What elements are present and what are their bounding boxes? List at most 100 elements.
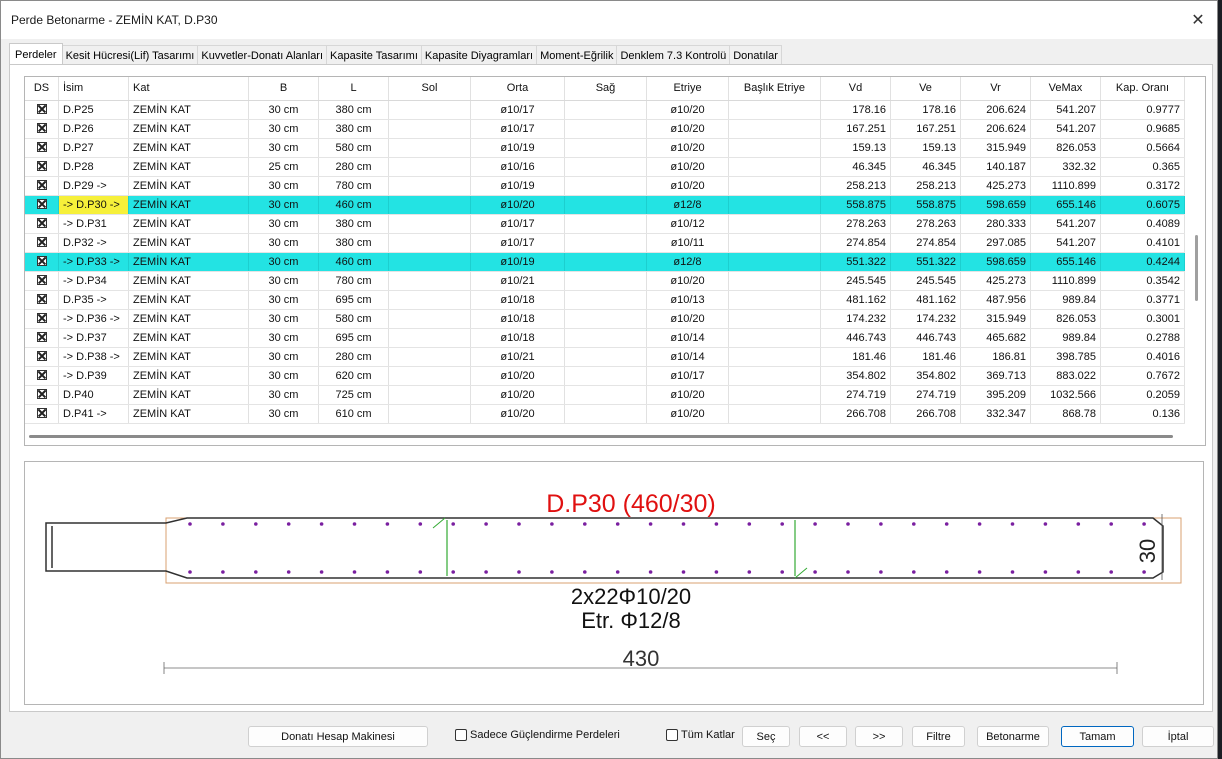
- table-row[interactable]: D.P32 -> ZEMİN KAT 30 cm 380 cm ø10/17 ø10/11…: [25, 234, 1185, 253]
- table-row[interactable]: D.P27 ZEMİN KAT 30 cm 580 cm ø10/19 ø10/20 159…: [25, 139, 1185, 158]
- table-row[interactable]: D.P40 ZEMİN KAT 30 cm 725 cm ø10/20 ø10/20 274…: [25, 386, 1185, 405]
- cell-ds[interactable]: [25, 367, 59, 385]
- cell-ds[interactable]: [25, 234, 59, 252]
- table-row[interactable]: -> D.P31 ZEMİN KAT 30 cm 380 cm ø10/17 ø10/12…: [25, 215, 1185, 234]
- vertical-scrollbar[interactable]: [1189, 77, 1205, 427]
- table-row[interactable]: D.P41 -> ZEMİN KAT 30 cm 610 cm ø10/20 ø10/20…: [25, 405, 1185, 424]
- ds-checkbox[interactable]: [36, 123, 47, 134]
- cell-ds[interactable]: [25, 348, 59, 366]
- cell-ds[interactable]: [25, 196, 59, 214]
- cell-ds[interactable]: [25, 329, 59, 347]
- ds-checkbox[interactable]: [36, 218, 47, 229]
- col-baslik-etriye[interactable]: Başlık Etriye: [729, 77, 821, 100]
- ds-checkbox[interactable]: [36, 313, 47, 324]
- table-row[interactable]: -> D.P39 ZEMİN KAT 30 cm 620 cm ø10/20 ø10/17…: [25, 367, 1185, 386]
- tab-moment-egrilik[interactable]: Moment-Eğrilik: [537, 45, 618, 65]
- col-sag[interactable]: Sağ: [565, 77, 647, 100]
- ds-checkbox[interactable]: [36, 294, 47, 305]
- cell-ds[interactable]: [25, 120, 59, 138]
- tab-kuvvetler[interactable]: Kuvvetler-Donatı Alanları: [198, 45, 328, 65]
- col-orta[interactable]: Orta: [471, 77, 565, 100]
- select-button[interactable]: Seç: [742, 726, 790, 747]
- cell-vd: 446.743: [821, 329, 891, 347]
- tab-kapasite-tasarimi[interactable]: Kapasite Tasarımı: [327, 45, 422, 65]
- ds-checkbox[interactable]: [36, 161, 47, 172]
- cell-ds[interactable]: [25, 158, 59, 176]
- ds-checkbox[interactable]: [36, 104, 47, 115]
- cell-ds[interactable]: [25, 253, 59, 271]
- cell-ds[interactable]: [25, 272, 59, 290]
- ds-checkbox[interactable]: [36, 275, 47, 286]
- tab-kapasite-diyagramlari[interactable]: Kapasite Diyagramları: [421, 45, 538, 65]
- horizontal-scroll-thumb[interactable]: [29, 435, 1173, 438]
- table-row[interactable]: -> D.P33 -> ZEMİN KAT 30 cm 460 cm ø10/19 ø12…: [25, 253, 1185, 272]
- ds-checkbox[interactable]: [36, 199, 47, 210]
- only-strengthen-checkbox[interactable]: Sadece Güçlendirme Perdeleri: [455, 729, 620, 741]
- col-vemax[interactable]: VeMax: [1031, 77, 1101, 100]
- table-row[interactable]: -> D.P30 -> ZEMİN KAT 30 cm 460 cm ø10/20 ø12…: [25, 196, 1185, 215]
- col-vr[interactable]: Vr: [961, 77, 1031, 100]
- cell-ds[interactable]: [25, 310, 59, 328]
- cell-ds[interactable]: [25, 215, 59, 233]
- tab-kesit-hucresi[interactable]: Kesit Hücresi(Lif) Tasarımı: [62, 45, 199, 65]
- cell-b: 30 cm: [249, 139, 319, 157]
- filter-button[interactable]: Filtre: [912, 726, 965, 747]
- ds-checkbox[interactable]: [36, 237, 47, 248]
- tab-donatilar[interactable]: Donatılar: [730, 45, 782, 65]
- cell-ds[interactable]: [25, 139, 59, 157]
- cell-orta: ø10/19: [471, 177, 565, 195]
- next-button[interactable]: >>: [855, 726, 903, 747]
- col-etriye[interactable]: Etriye: [647, 77, 729, 100]
- col-kat[interactable]: Kat: [129, 77, 249, 100]
- col-sol[interactable]: Sol: [389, 77, 471, 100]
- table-row[interactable]: D.P26 ZEMİN KAT 30 cm 380 cm ø10/17 ø10/20 167…: [25, 120, 1185, 139]
- tab-denklem[interactable]: Denklem 7.3 Kontrolü: [617, 45, 731, 65]
- cell-vemax: 826.053: [1031, 310, 1101, 328]
- cell-b: 30 cm: [249, 215, 319, 233]
- table-row[interactable]: -> D.P36 -> ZEMİN KAT 30 cm 580 cm ø10/18 ø10…: [25, 310, 1185, 329]
- rebar-dot: [418, 570, 423, 574]
- vertical-scroll-thumb[interactable]: [1195, 235, 1198, 301]
- ds-checkbox[interactable]: [36, 389, 47, 400]
- table-row[interactable]: D.P25 ZEMİN KAT 30 cm 380 cm ø10/17 ø10/20 178…: [25, 101, 1185, 120]
- cell-ds[interactable]: [25, 405, 59, 423]
- only-strengthen-checkbox-box[interactable]: [455, 729, 467, 741]
- cell-ds[interactable]: [25, 291, 59, 309]
- ds-checkbox[interactable]: [36, 256, 47, 267]
- previous-button[interactable]: <<: [799, 726, 847, 747]
- col-b[interactable]: B: [249, 77, 319, 100]
- cell-ds[interactable]: [25, 386, 59, 404]
- tab-perdeler[interactable]: Perdeler: [9, 43, 63, 65]
- ok-button[interactable]: Tamam: [1061, 726, 1134, 747]
- cell-ds[interactable]: [25, 101, 59, 119]
- horizontal-scrollbar[interactable]: [25, 427, 1205, 445]
- col-kap-orani[interactable]: Kap. Oranı: [1101, 77, 1185, 100]
- all-floors-checkbox[interactable]: Tüm Katlar: [666, 729, 735, 741]
- ds-checkbox[interactable]: [36, 332, 47, 343]
- table-row[interactable]: D.P28 ZEMİN KAT 25 cm 280 cm ø10/16 ø10/20 46.…: [25, 158, 1185, 177]
- table-row[interactable]: D.P29 -> ZEMİN KAT 30 cm 780 cm ø10/19 ø10/20…: [25, 177, 1185, 196]
- all-floors-checkbox-box[interactable]: [666, 729, 678, 741]
- table-row[interactable]: D.P35 -> ZEMİN KAT 30 cm 695 cm ø10/18 ø10/13…: [25, 291, 1185, 310]
- ds-checkbox[interactable]: [36, 370, 47, 381]
- ds-checkbox[interactable]: [36, 351, 47, 362]
- rebar-dot: [846, 522, 850, 526]
- ds-checkbox[interactable]: [36, 180, 47, 191]
- col-l[interactable]: L: [319, 77, 389, 100]
- table-row[interactable]: -> D.P38 -> ZEMİN KAT 30 cm 280 cm ø10/21 ø10…: [25, 348, 1185, 367]
- col-isim[interactable]: İsim: [59, 77, 129, 100]
- cell-ds[interactable]: [25, 177, 59, 195]
- cancel-button[interactable]: İptal: [1142, 726, 1214, 747]
- col-ve[interactable]: Ve: [891, 77, 961, 100]
- col-ds[interactable]: DS: [25, 77, 59, 100]
- tab-strip: Perdeler Kesit Hücresi(Lif) Tasarımı Kuv…: [9, 43, 782, 65]
- ds-checkbox[interactable]: [36, 408, 47, 419]
- rebar-calculator-button[interactable]: Donatı Hesap Makinesi: [248, 726, 428, 747]
- close-icon[interactable]: ✕: [1187, 9, 1209, 31]
- ds-checkbox[interactable]: [36, 142, 47, 153]
- cell-vr: 425.273: [961, 272, 1031, 290]
- table-row[interactable]: -> D.P37 ZEMİN KAT 30 cm 695 cm ø10/18 ø10/14…: [25, 329, 1185, 348]
- col-vd[interactable]: Vd: [821, 77, 891, 100]
- betonarme-button[interactable]: Betonarme: [977, 726, 1049, 747]
- table-row[interactable]: -> D.P34 ZEMİN KAT 30 cm 780 cm ø10/21 ø10/20…: [25, 272, 1185, 291]
